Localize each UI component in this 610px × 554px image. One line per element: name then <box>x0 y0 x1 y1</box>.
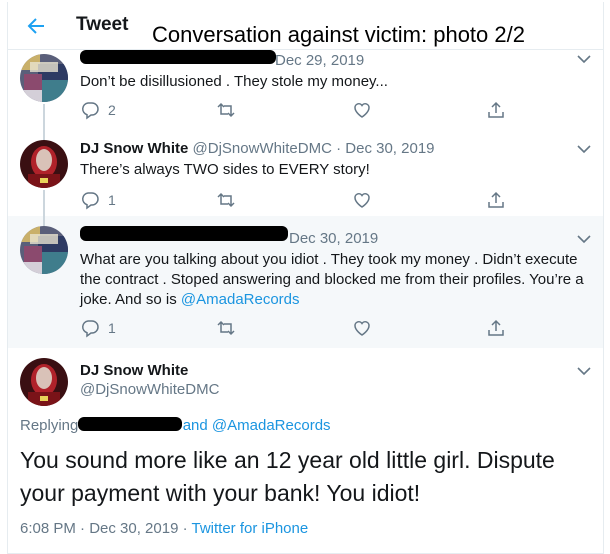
heart-icon <box>354 103 370 118</box>
thread-line <box>43 104 45 126</box>
tweet-date[interactable]: Dec 30, 2019 <box>289 230 378 247</box>
back-arrow-icon[interactable] <box>24 14 48 38</box>
tweet-actions: 1 <box>80 318 504 338</box>
tweet-text: You sound more like an 12 year old littl… <box>20 447 555 506</box>
tweet-text: What are you talking about you idiot . T… <box>80 250 590 310</box>
avatar[interactable] <box>20 226 68 274</box>
like-button[interactable] <box>352 318 372 338</box>
tweet-page: Tweet Conversation against victim: photo… <box>7 2 604 554</box>
share-button[interactable] <box>486 190 506 210</box>
retweet-icon <box>217 192 235 208</box>
chevron-down-icon[interactable] <box>577 234 591 244</box>
main-tweet[interactable]: DJ Snow White @DjSnowWhiteDMC Replying a… <box>8 348 603 554</box>
tweet-date[interactable]: Dec 29, 2019 <box>275 52 364 69</box>
replying-label: Replying <box>20 417 79 434</box>
reply-count: 1 <box>108 320 116 336</box>
avatar[interactable] <box>20 54 68 102</box>
tweet-date[interactable]: Dec 30, 2019 <box>345 140 434 157</box>
display-name[interactable]: DJ Snow White <box>80 362 188 379</box>
thread-line <box>43 216 45 226</box>
retweet-icon <box>217 320 235 336</box>
heart-icon <box>354 193 370 208</box>
reply-count: 2 <box>108 102 116 118</box>
user-handle[interactable]: @DjSnowWhiteDMC <box>80 381 219 398</box>
tweet-actions: 2 <box>80 100 504 120</box>
overlay-caption: Conversation against victim: photo 2/2 <box>152 22 525 47</box>
redaction <box>80 50 276 64</box>
share-button[interactable] <box>486 318 506 338</box>
user-handle[interactable]: @DjSnowWhiteDMC <box>193 140 332 157</box>
tweet-header: Dec 30, 2019 <box>289 230 378 247</box>
replying-and: and <box>182 417 212 434</box>
tweet-text: There’s always TWO sides to EVERY story! <box>80 161 370 178</box>
tweet-2[interactable]: DJ Snow White @DjSnowWhiteDMC · Dec 30, … <box>8 126 603 216</box>
tweet-actions: 1 <box>80 190 504 210</box>
tweet-3[interactable]: Dec 30, 2019 What are you talking about … <box>8 216 603 348</box>
retweet-button[interactable] <box>216 190 236 210</box>
thread-line <box>43 190 45 216</box>
retweet-button[interactable] <box>216 318 236 338</box>
dot-separator: · <box>336 140 346 157</box>
tweet-source[interactable]: Twitter for iPhone <box>191 520 308 537</box>
chevron-down-icon[interactable] <box>577 144 591 154</box>
reply-button[interactable]: 1 <box>80 318 116 338</box>
share-icon <box>488 101 504 118</box>
share-icon <box>488 319 504 336</box>
display-name[interactable]: DJ Snow White <box>80 140 188 157</box>
heart-icon <box>354 321 370 336</box>
reply-icon <box>81 320 99 338</box>
avatar[interactable] <box>20 140 68 188</box>
tweet-header: Dec 29, 2019 <box>275 52 364 69</box>
retweet-button[interactable] <box>216 100 236 120</box>
chevron-down-icon[interactable] <box>577 54 591 64</box>
reply-icon <box>81 192 99 210</box>
mention-link[interactable]: @AmadaRecords <box>212 417 331 434</box>
share-icon <box>488 191 504 208</box>
like-button[interactable] <box>352 100 372 120</box>
share-button[interactable] <box>486 100 506 120</box>
reply-button[interactable]: 1 <box>80 190 116 210</box>
like-button[interactable] <box>352 190 372 210</box>
tweet-text-main: What are you talking about you idiot . T… <box>80 251 584 308</box>
redaction <box>78 417 182 431</box>
retweet-icon <box>217 102 235 118</box>
avatar[interactable] <box>20 358 68 406</box>
tweet-header: DJ Snow White @DjSnowWhiteDMC · Dec 30, … <box>80 140 435 157</box>
redaction <box>80 226 288 241</box>
tweet-timestamp: 6:08 PM · Dec 30, 2019 · Twitter for iPh… <box>20 520 308 537</box>
mention-link[interactable]: @AmadaRecords <box>181 291 300 308</box>
reply-icon <box>81 102 99 120</box>
tweet-time[interactable]: 6:08 PM · Dec 30, 2019 · <box>20 520 191 537</box>
page-title: Tweet <box>76 14 129 35</box>
thread-line <box>43 126 45 140</box>
reply-count: 1 <box>108 192 116 208</box>
chevron-down-icon[interactable] <box>577 366 591 376</box>
tweet-1[interactable]: Dec 29, 2019 Don’t be disillusioned . Th… <box>8 50 603 126</box>
tweet-text: Don’t be disillusioned . They stole my m… <box>80 73 388 90</box>
reply-button[interactable]: 2 <box>80 100 116 120</box>
